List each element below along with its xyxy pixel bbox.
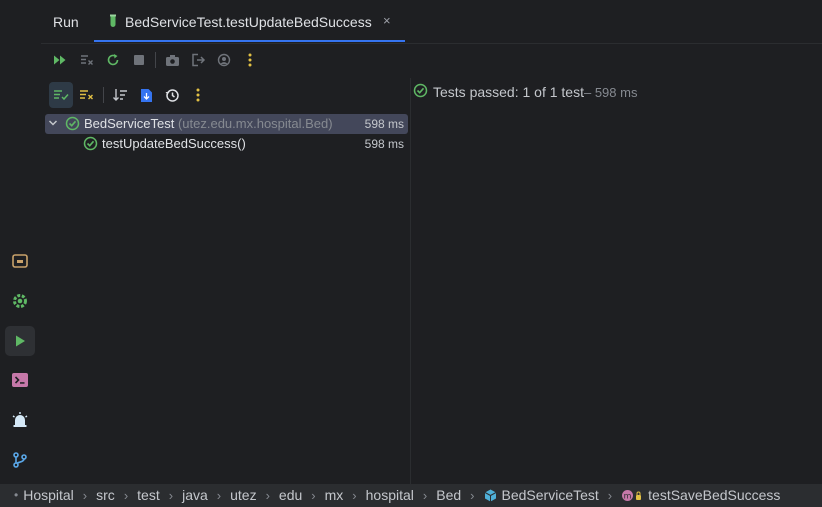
run-tool-window: Run BedServiceTest.testUpdateBedSuccess … [41, 0, 822, 484]
chevron-down-icon[interactable] [47, 117, 59, 132]
build-icon[interactable] [5, 246, 35, 276]
breadcrumb-item-java[interactable]: java [182, 487, 208, 503]
sort-icon[interactable] [108, 82, 132, 108]
services-gear-icon[interactable] [5, 286, 35, 316]
breadcrumb-item-method[interactable]: m testSaveBedSuccess [621, 487, 780, 503]
test-duration: 598 ms [364, 137, 404, 151]
show-passed-icon[interactable] [49, 82, 73, 108]
chevron-right-icon: › [311, 487, 316, 503]
run-title: Run [53, 14, 79, 30]
test-class-package: (utez.edu.mx.hospital.Bed) [177, 116, 333, 131]
chevron-right-icon: › [82, 487, 88, 503]
tab-bedservicetest[interactable]: BedServiceTest.testUpdateBedSuccess × [94, 0, 405, 42]
breadcrumb-item-hospital-pkg[interactable]: hospital [366, 487, 414, 503]
breadcrumb-item-src[interactable]: src [96, 487, 115, 503]
test-class-name: BedServiceTest [84, 116, 175, 131]
breadcrumb-item-mx[interactable]: mx [325, 487, 344, 503]
module-dot-icon: • [14, 488, 19, 502]
stop-icon[interactable] [128, 47, 150, 73]
test-passed-icon [413, 83, 428, 101]
exit-icon[interactable] [187, 47, 209, 73]
svg-text:m: m [624, 491, 632, 500]
status-label: Tests passed: 1 of 1 test [433, 84, 584, 100]
test-method-name: testUpdateBedSuccess() [102, 136, 246, 151]
import-icon[interactable] [134, 82, 158, 108]
breadcrumb-item-bed[interactable]: Bed [436, 487, 461, 503]
chevron-right-icon: › [352, 487, 357, 503]
test-tree-panel: BedServiceTest (utez.edu.mx.hospital.Bed… [41, 78, 411, 484]
test-duration: 598 ms [364, 117, 404, 131]
test-status: Tests passed: 1 of 1 test – 598 ms [413, 83, 637, 101]
class-icon [484, 489, 497, 502]
test-tube-icon [109, 14, 117, 33]
tree-row-testupdatebedsuccess[interactable]: testUpdateBedSuccess() 598 ms [45, 134, 408, 154]
more-icon[interactable] [239, 47, 261, 73]
close-icon[interactable]: × [383, 13, 391, 28]
chevron-right-icon: › [607, 487, 613, 503]
tab-label: BedServiceTest.testUpdateBedSuccess [125, 14, 372, 30]
method-icon: m [621, 489, 643, 502]
problems-icon[interactable] [5, 405, 35, 435]
terminal-icon[interactable] [5, 365, 35, 395]
navigation-bar: • Hospital › src › test › java › utez › e… [0, 484, 822, 507]
test-console[interactable]: Tests passed: 1 of 1 test – 598 ms [411, 78, 822, 484]
tree-row-label: BedServiceTest (utez.edu.mx.hospital.Bed… [84, 116, 333, 131]
chevron-right-icon: › [422, 487, 428, 503]
run-icon[interactable] [5, 326, 35, 356]
breadcrumb-item-test[interactable]: test [137, 487, 160, 503]
git-branch-icon[interactable] [5, 445, 35, 475]
test-passed-icon [65, 116, 80, 134]
ide-window: Run BedServiceTest.testUpdateBedSuccess … [0, 0, 822, 507]
more-icon[interactable] [186, 82, 210, 108]
screenshot-icon[interactable] [161, 47, 183, 73]
breadcrumb: • Hospital › src › test › java › utez › e… [14, 487, 780, 503]
rerun-icon[interactable] [49, 47, 71, 73]
tree-row-bedservicetest[interactable]: BedServiceTest (utez.edu.mx.hospital.Bed… [45, 114, 408, 134]
chevron-right-icon: › [216, 487, 222, 503]
chevron-right-icon: › [265, 487, 270, 503]
toolbar-separator [103, 87, 104, 103]
breadcrumb-item-edu[interactable]: edu [279, 487, 302, 503]
status-duration: – 598 ms [583, 84, 638, 100]
toolbar-separator [155, 52, 156, 68]
coverage-icon[interactable] [213, 47, 235, 73]
restart-icon[interactable] [102, 47, 124, 73]
run-tab-bar: Run BedServiceTest.testUpdateBedSuccess … [41, 0, 822, 44]
chevron-right-icon: › [168, 487, 174, 503]
test-passed-icon [83, 136, 98, 154]
tool-window-stripe [0, 0, 41, 484]
chevron-right-icon: › [470, 487, 475, 503]
tree-toolbar [41, 82, 410, 108]
breadcrumb-item-hospital[interactable]: • Hospital [14, 487, 74, 503]
chevron-right-icon: › [123, 487, 129, 503]
run-toolbar [41, 47, 822, 73]
rerun-failed-icon[interactable] [76, 47, 98, 73]
breadcrumb-item-utez[interactable]: utez [230, 487, 256, 503]
show-ignored-icon[interactable] [75, 82, 99, 108]
history-icon[interactable] [160, 82, 184, 108]
breadcrumb-item-bedservicetest[interactable]: BedServiceTest [484, 487, 599, 503]
